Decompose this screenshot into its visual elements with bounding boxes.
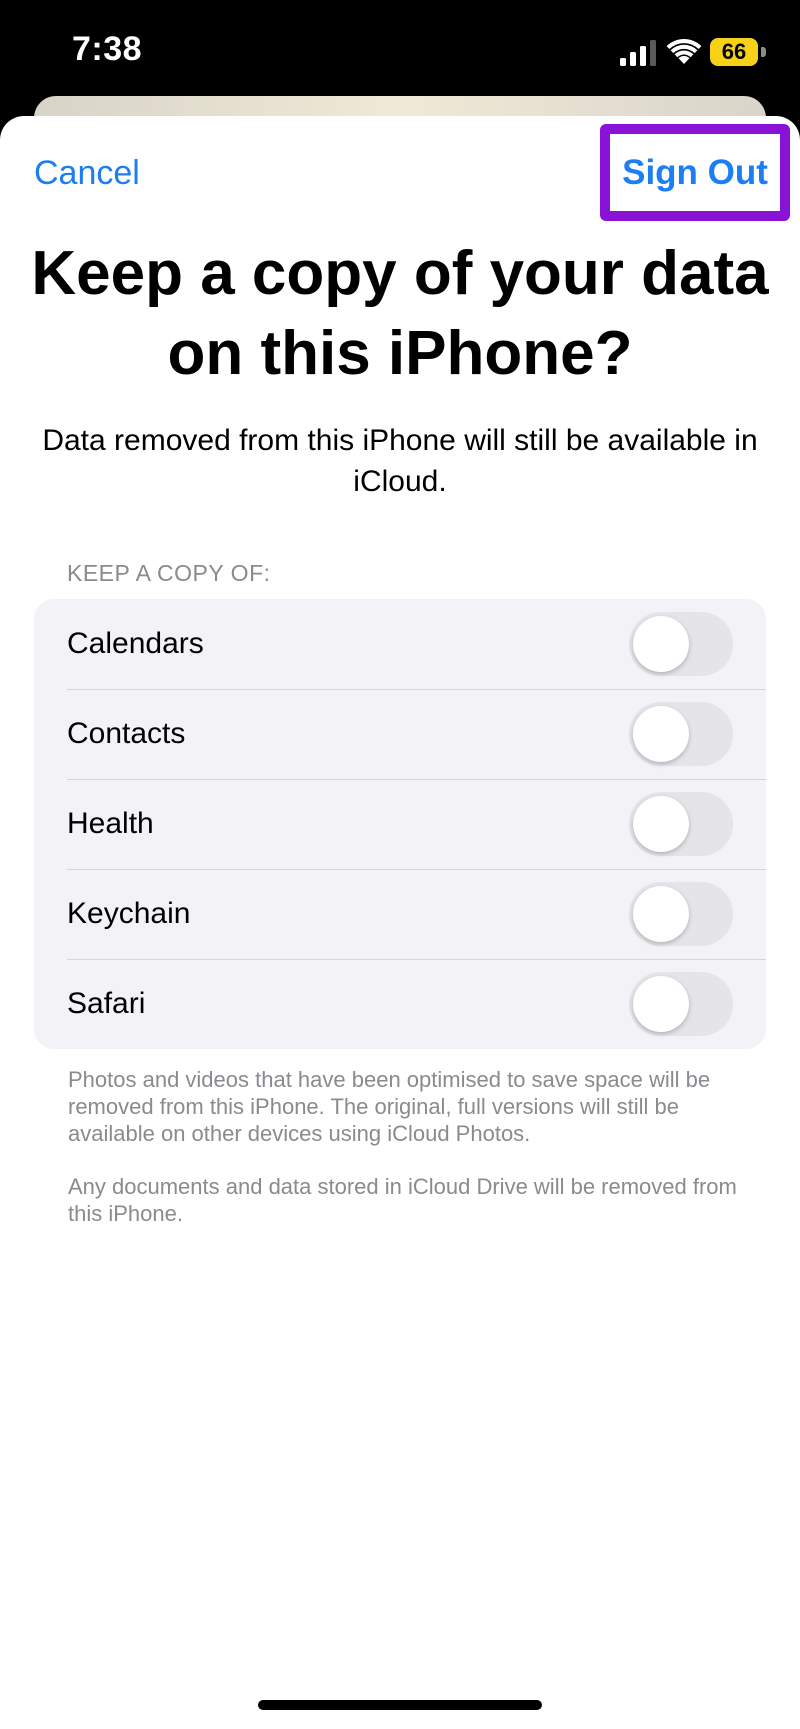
page-title: Keep a copy of your data on this iPhone?: [31, 239, 769, 388]
list-item-label: Calendars: [67, 627, 204, 660]
toggle-knob: [633, 886, 689, 942]
list-item-safari: Safari: [34, 959, 766, 1049]
section-label: KEEP A COPY OF:: [67, 560, 271, 586]
list-item-contacts: Contacts: [34, 689, 766, 779]
sign-out-sheet: Cancel Sign Out Keep a copy of your data…: [0, 116, 800, 1729]
page-subtitle: Data removed from this iPhone will still…: [42, 424, 758, 498]
list-item-calendars: Calendars: [34, 599, 766, 689]
sign-out-highlight-box: Sign Out: [600, 124, 790, 221]
sign-out-button[interactable]: Sign Out: [610, 134, 780, 211]
home-indicator: [258, 1700, 542, 1710]
toggle-knob: [633, 706, 689, 762]
list-item-keychain: Keychain: [34, 869, 766, 959]
wifi-icon: [666, 39, 702, 64]
cancel-button[interactable]: Cancel: [34, 154, 140, 193]
list-item-label: Keychain: [67, 897, 191, 930]
status-bar: 7:38 66: [0, 0, 800, 110]
list-item-label: Contacts: [67, 717, 186, 750]
toggle-knob: [633, 796, 689, 852]
calendars-toggle[interactable]: [629, 612, 733, 676]
contacts-toggle[interactable]: [629, 702, 733, 766]
health-toggle[interactable]: [629, 792, 733, 856]
signal-icon: [620, 40, 656, 66]
safari-toggle[interactable]: [629, 972, 733, 1036]
toggle-knob: [633, 976, 689, 1032]
documents-note: Any documents and data stored in iCloud …: [68, 1174, 737, 1226]
keep-copy-list: Calendars Contacts Health Keychain Safar…: [34, 599, 766, 1049]
list-item-label: Health: [67, 807, 154, 840]
battery-cap: [761, 47, 766, 57]
keychain-toggle[interactable]: [629, 882, 733, 946]
list-item-label: Safari: [67, 987, 146, 1020]
battery-level: 66: [710, 38, 758, 66]
list-item-health: Health: [34, 779, 766, 869]
toggle-knob: [633, 616, 689, 672]
photos-note: Photos and videos that have been optimis…: [68, 1067, 711, 1146]
status-time: 7:38: [72, 30, 143, 68]
battery-icon: 66: [710, 38, 768, 66]
